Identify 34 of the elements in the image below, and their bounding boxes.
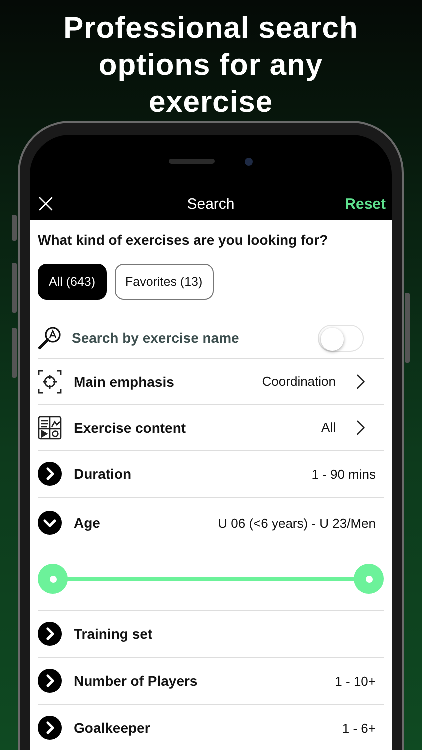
media-grid-icon bbox=[38, 416, 62, 440]
row-value: 1 - 90 mins bbox=[312, 466, 376, 482]
nav-title: Search bbox=[187, 196, 235, 212]
filter-chip[interactable]: Favorites (13) bbox=[114, 264, 214, 300]
chevron-right-circle-icon[interactable] bbox=[38, 622, 62, 646]
slider-thumb[interactable] bbox=[38, 564, 68, 594]
reset-button[interactable]: Reset bbox=[345, 196, 386, 212]
chevron-right-circle-icon[interactable] bbox=[38, 669, 62, 693]
filter-chip[interactable]: All (643) bbox=[38, 264, 107, 300]
chevron-down-circle-icon[interactable] bbox=[38, 511, 62, 535]
row-value: Coordination bbox=[262, 374, 336, 389]
row-label: Exercise content bbox=[74, 420, 188, 436]
chevron-right-circle-icon[interactable] bbox=[38, 716, 62, 740]
magnifier-icon bbox=[38, 326, 62, 350]
chevron-right-circle-icon[interactable] bbox=[38, 462, 62, 486]
row-label: Goalkeeper bbox=[74, 720, 152, 736]
row-value: 1 - 10+ bbox=[335, 674, 376, 688]
front-camera bbox=[245, 158, 253, 166]
toggle-switch[interactable] bbox=[318, 324, 364, 352]
range-slider[interactable] bbox=[38, 564, 384, 594]
row-value: All bbox=[322, 420, 336, 435]
row-label: Duration bbox=[74, 466, 133, 482]
row-label: Training set bbox=[74, 626, 154, 642]
row-label: Number of Players bbox=[74, 673, 199, 689]
row-value: U 06 (<6 years) - U 23/Men bbox=[218, 516, 376, 530]
row-label: Main emphasis bbox=[74, 374, 176, 390]
speaker-grille bbox=[169, 159, 215, 164]
headline: Professional search options for any exercise bbox=[62, 11, 360, 121]
crosshair-icon bbox=[38, 370, 62, 394]
slider-thumb[interactable] bbox=[354, 564, 384, 594]
row-value: 1 - 6+ bbox=[342, 720, 376, 736]
question-text: What kind of exercises are you looking for? bbox=[38, 231, 330, 248]
search-by-name-label: Search by exercise name bbox=[72, 330, 240, 346]
row-label: Age bbox=[74, 515, 102, 531]
